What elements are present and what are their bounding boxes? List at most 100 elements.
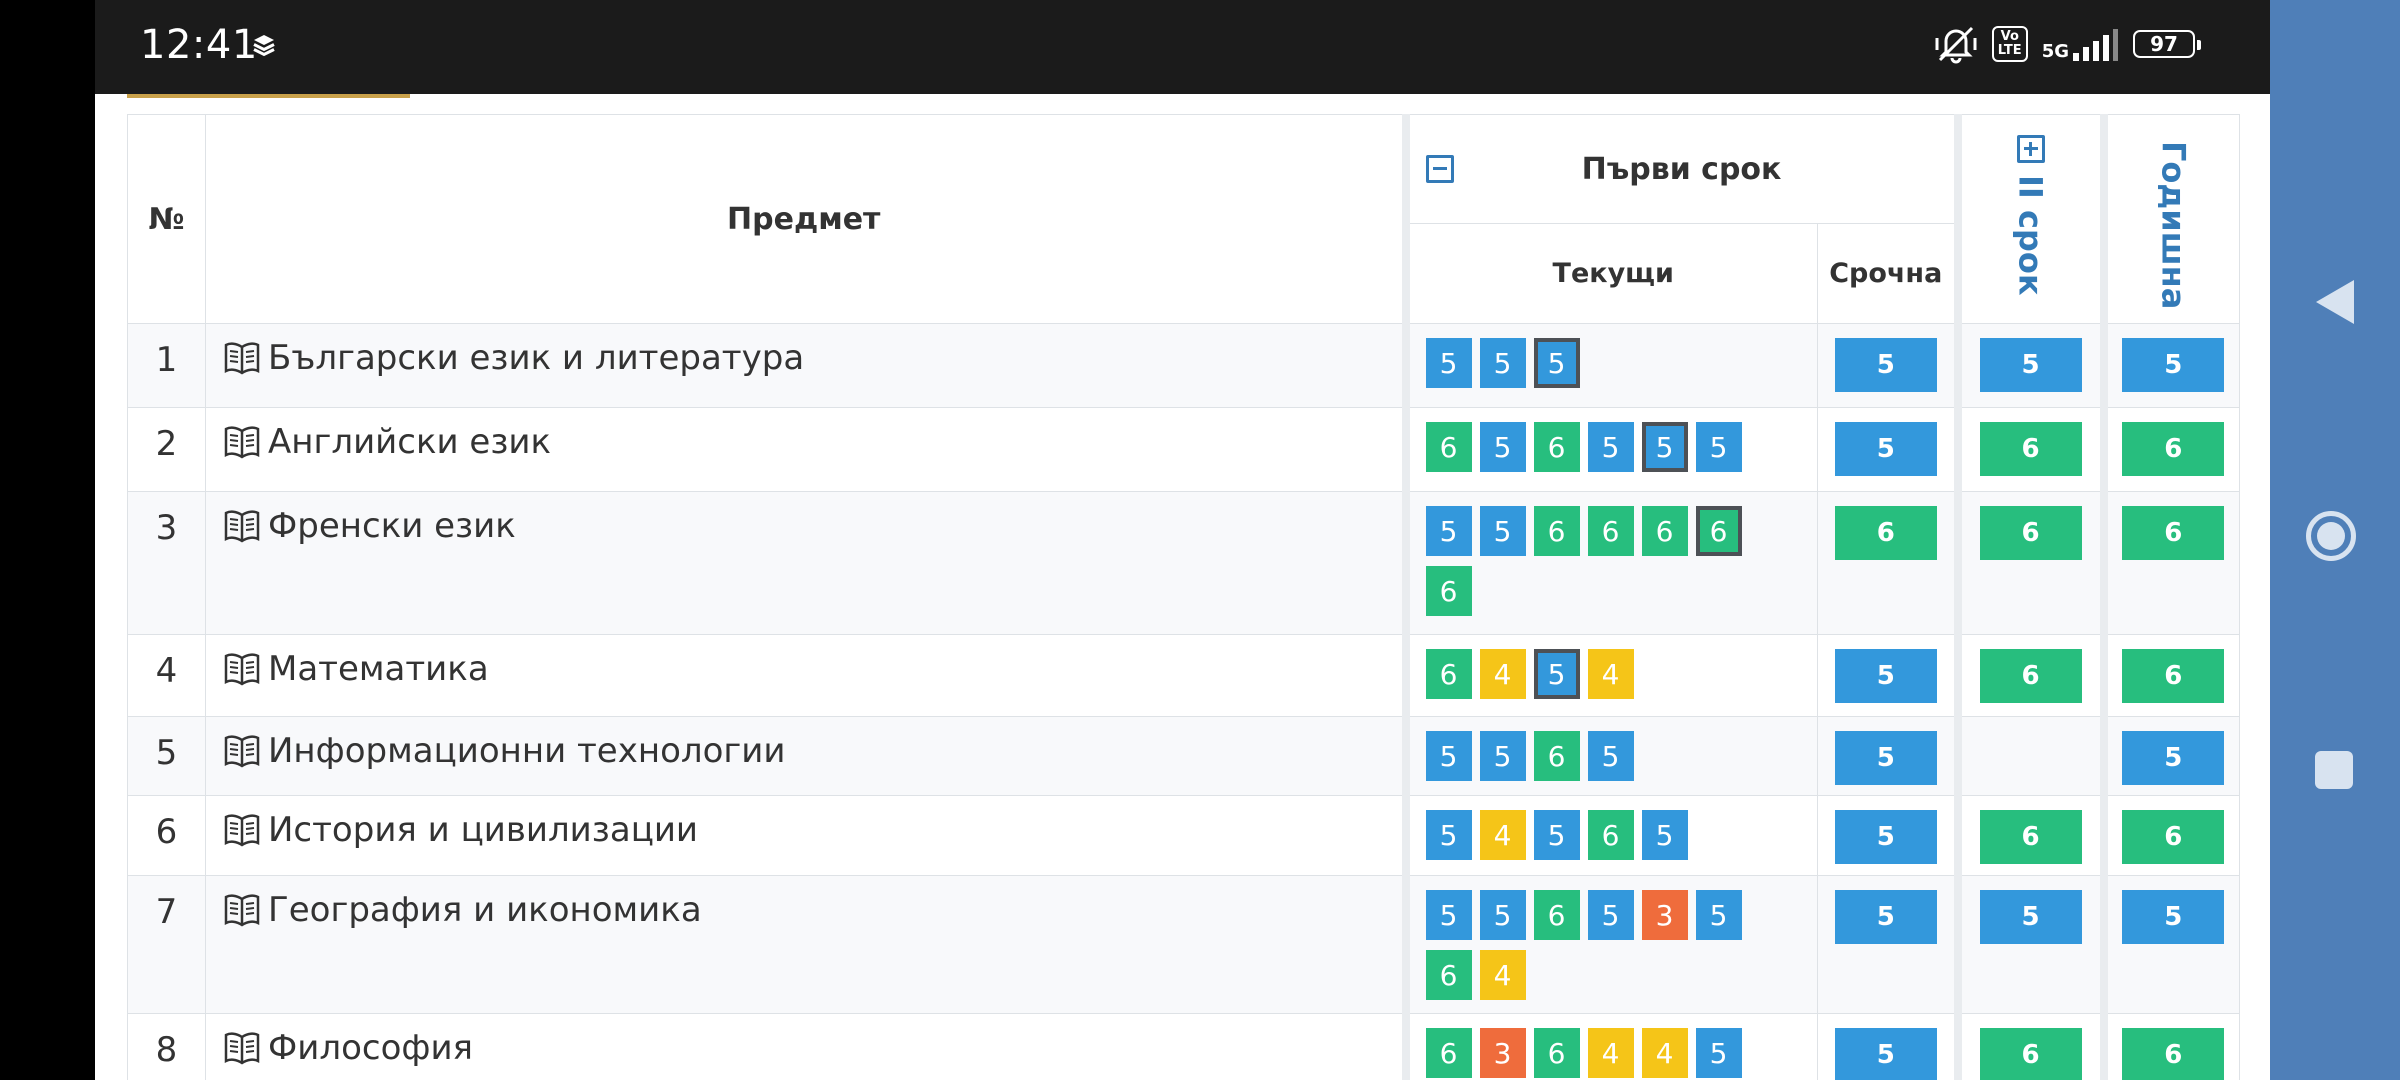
- grade-badge[interactable]: 5: [1695, 422, 1742, 472]
- row-number: 6: [127, 795, 206, 876]
- second-term-grade-badge[interactable]: 6: [1979, 422, 2082, 476]
- grade-badge[interactable]: 5: [1425, 810, 1472, 860]
- grade-badge[interactable]: 6: [1587, 506, 1634, 556]
- grade-badge[interactable]: 5: [1695, 890, 1742, 940]
- grade-badge[interactable]: 5: [1479, 890, 1526, 940]
- open-book-icon: [224, 342, 260, 375]
- grade-badge[interactable]: 4: [1587, 649, 1634, 699]
- grade-badge[interactable]: 4: [1479, 950, 1526, 1000]
- table-row: 6 История и цивилизации 5 4 5 6 5 5 6 6: [127, 795, 2240, 876]
- minus-square-icon[interactable]: [1425, 155, 1454, 183]
- grade-badge[interactable]: 3: [1479, 1028, 1526, 1078]
- grade-badge[interactable]: 5: [1425, 890, 1472, 940]
- grade-badge[interactable]: 6: [1533, 731, 1580, 781]
- subject-cell[interactable]: Философия: [205, 1013, 1406, 1080]
- annual-grade-badge[interactable]: 6: [2122, 422, 2225, 476]
- grade-badge[interactable]: 5: [1641, 422, 1688, 472]
- term-grade-badge[interactable]: 5: [1834, 338, 1937, 392]
- grade-badge[interactable]: 6: [1425, 422, 1472, 472]
- grade-badge[interactable]: 5: [1533, 649, 1580, 699]
- annual-grade-badge[interactable]: 6: [2122, 1028, 2225, 1080]
- second-term-grade-badge[interactable]: 5: [1979, 338, 2082, 392]
- term-grade-cell: 5: [1817, 716, 1958, 796]
- header-second-term[interactable]: II срок: [1953, 114, 2104, 324]
- header-first-term-label: Първи срок: [1581, 151, 1782, 187]
- home-icon[interactable]: [2306, 511, 2356, 561]
- grade-badge[interactable]: 5: [1479, 338, 1526, 388]
- grade-badge[interactable]: 4: [1587, 1028, 1634, 1078]
- grade-badge[interactable]: 5: [1479, 422, 1526, 472]
- grade-badge[interactable]: 4: [1479, 649, 1526, 699]
- page-content: № Предмет Първи срок II срок Годишна Тек…: [95, 94, 2270, 1080]
- grade-badge[interactable]: 5: [1533, 338, 1580, 388]
- grade-badge[interactable]: 5: [1587, 422, 1634, 472]
- grade-badge[interactable]: 5: [1425, 731, 1472, 781]
- grade-badge[interactable]: 5: [1641, 810, 1688, 860]
- subject-cell[interactable]: Информационни технологии: [205, 716, 1406, 796]
- annual-grade-badge[interactable]: 5: [2122, 338, 2225, 392]
- plus-square-icon[interactable]: [2016, 135, 2045, 163]
- header-annual-label: Годишна: [2154, 141, 2193, 310]
- grade-badge[interactable]: 6: [1587, 810, 1634, 860]
- open-book-icon: [224, 1032, 260, 1065]
- grade-badge[interactable]: 4: [1641, 1028, 1688, 1078]
- term-grade-badge[interactable]: 5: [1834, 890, 1937, 944]
- term-grade-badge[interactable]: 5: [1834, 649, 1937, 703]
- grade-badge[interactable]: 3: [1641, 890, 1688, 940]
- grade-badge[interactable]: 5: [1533, 810, 1580, 860]
- grade-badge[interactable]: 6: [1425, 950, 1472, 1000]
- subject-cell[interactable]: История и цивилизации: [205, 795, 1406, 876]
- term-grade-badge[interactable]: 6: [1834, 506, 1937, 560]
- grade-badge[interactable]: 6: [1425, 566, 1472, 616]
- grade-badge[interactable]: 4: [1479, 810, 1526, 860]
- second-term-grade-badge[interactable]: 6: [1979, 506, 2082, 560]
- recents-icon[interactable]: [2315, 751, 2353, 789]
- term-grade-cell: 5: [1817, 634, 1958, 717]
- grade-badge[interactable]: 6: [1641, 506, 1688, 556]
- grade-badge[interactable]: 6: [1425, 649, 1472, 699]
- grade-badge[interactable]: 6: [1425, 1028, 1472, 1078]
- term-grade-badge[interactable]: 5: [1834, 731, 1937, 785]
- header-second-term-label: II срок: [2011, 175, 2050, 296]
- annual-grade-badge[interactable]: 6: [2122, 506, 2225, 560]
- grade-badge[interactable]: 5: [1425, 338, 1472, 388]
- term-grade-badge[interactable]: 5: [1834, 1028, 1937, 1080]
- grade-badge[interactable]: 5: [1695, 1028, 1742, 1078]
- grade-badge[interactable]: 6: [1695, 506, 1742, 556]
- term-grade-badge[interactable]: 5: [1834, 422, 1937, 476]
- second-term-grade-badge[interactable]: 6: [1979, 1028, 2082, 1080]
- subject-cell[interactable]: Български език и литература: [205, 323, 1406, 408]
- annual-grade-badge[interactable]: 6: [2122, 649, 2225, 703]
- annual-grade-badge[interactable]: 6: [2122, 810, 2225, 864]
- grade-badge[interactable]: 6: [1533, 890, 1580, 940]
- second-term-grade-badge[interactable]: 6: [1979, 810, 2082, 864]
- annual-grade-badge[interactable]: 5: [2122, 731, 2225, 785]
- subject-cell[interactable]: Френски език: [205, 491, 1406, 635]
- annual-grade-badge[interactable]: 5: [2122, 890, 2225, 944]
- grade-badge[interactable]: 5: [1425, 506, 1472, 556]
- second-term-grade-badge[interactable]: 6: [1979, 649, 2082, 703]
- grade-badge[interactable]: 6: [1533, 1028, 1580, 1078]
- row-number: 4: [127, 634, 206, 717]
- grade-badge[interactable]: 6: [1533, 422, 1580, 472]
- term-grade-cell: 6: [1817, 491, 1958, 635]
- table-row: 3 Френски език 5 5 6 6 6 6 6 6 6 6: [127, 491, 2240, 635]
- grade-badge[interactable]: 6: [1533, 506, 1580, 556]
- row-number: 3: [127, 491, 206, 635]
- subject-cell[interactable]: География и икономика: [205, 875, 1406, 1014]
- grade-badge[interactable]: 5: [1479, 731, 1526, 781]
- grade-badge[interactable]: 5: [1587, 890, 1634, 940]
- subject-cell[interactable]: Математика: [205, 634, 1406, 717]
- term-grade-cell: 5: [1817, 1013, 1958, 1080]
- subject-cell[interactable]: Английски език: [205, 407, 1406, 492]
- term-grade-badge[interactable]: 5: [1834, 810, 1937, 864]
- second-term-grade-cell: 5: [1953, 323, 2104, 408]
- back-icon[interactable]: [2314, 278, 2356, 326]
- second-term-grade-badge[interactable]: 5: [1979, 890, 2082, 944]
- grade-badge[interactable]: 5: [1587, 731, 1634, 781]
- second-term-grade-cell: 6: [1953, 795, 2104, 876]
- battery-level: 97: [2150, 32, 2178, 56]
- grade-badge[interactable]: 5: [1479, 506, 1526, 556]
- subject-name: Български език и литература: [268, 338, 805, 378]
- term-grade-cell: 5: [1817, 407, 1958, 492]
